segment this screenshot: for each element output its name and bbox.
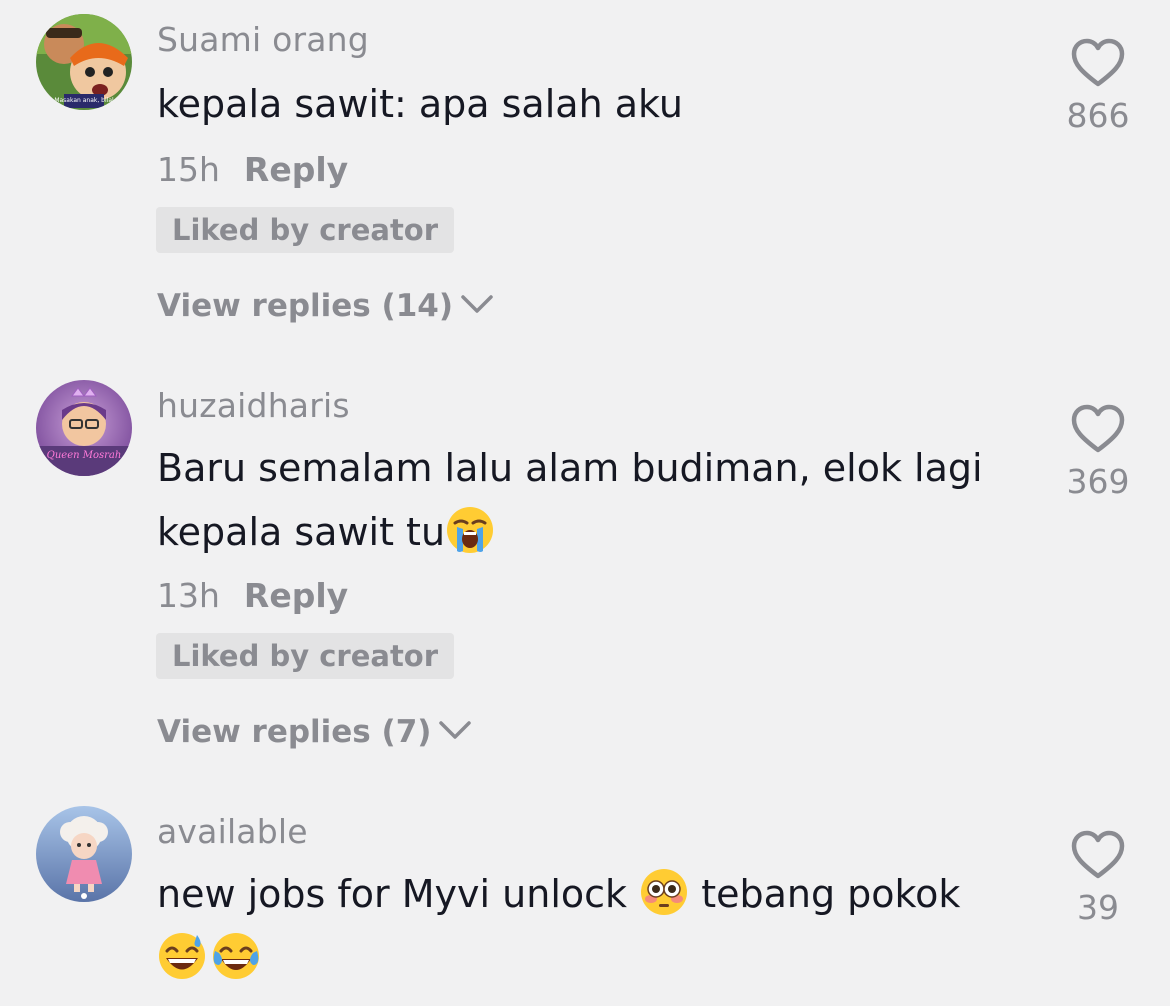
like-column: 866 xyxy=(1058,38,1138,135)
liked-by-creator-badge: Liked by creator xyxy=(156,633,455,679)
reply-button[interactable]: Reply xyxy=(244,576,348,615)
like-count: 369 xyxy=(1066,462,1130,501)
grinning-face-with-sweat-emoji xyxy=(157,931,207,981)
heart-outline-icon[interactable] xyxy=(1070,404,1126,454)
comment-text-part: new jobs for Myvi unlock xyxy=(157,872,640,916)
comments-list: Masakan anak, bilal Suami orang kepala s… xyxy=(0,0,1170,1006)
comment-meta: 15h Reply xyxy=(157,150,348,189)
comment-text-line: Baru semalam lalu alam budiman, elok lag… xyxy=(157,446,983,490)
comment-username[interactable]: Suami orang xyxy=(157,20,369,59)
chevron-down-icon xyxy=(439,721,472,739)
comment-time: 15h xyxy=(157,150,220,189)
avatar[interactable] xyxy=(36,806,132,902)
loudly-crying-face-emoji xyxy=(445,505,495,555)
heart-outline-icon[interactable] xyxy=(1070,830,1126,880)
view-replies-label: View replies (14) xyxy=(157,288,454,324)
comment-text: Baru semalam lalu alam budiman, elok lag… xyxy=(157,436,1037,564)
like-column: 369 xyxy=(1058,404,1138,501)
liked-by-creator-badge: Liked by creator xyxy=(156,207,455,253)
comment-meta: 13h Reply xyxy=(157,576,348,615)
comment-username[interactable]: huzaidharis xyxy=(157,386,350,425)
reply-button[interactable]: Reply xyxy=(244,150,348,189)
avatar[interactable]: Masakan anak, bilal xyxy=(36,14,132,110)
chevron-down-icon xyxy=(461,295,493,313)
like-count: 866 xyxy=(1066,96,1130,135)
like-column: 39 xyxy=(1058,830,1138,927)
avatar-caption: Masakan anak, bilal xyxy=(54,97,114,104)
comment-text-part: tebang pokok xyxy=(689,872,961,916)
view-replies-label: View replies (7) xyxy=(157,714,432,750)
comment-time: 13h xyxy=(157,576,220,615)
avatar-caption: Queen Mosrah xyxy=(47,450,122,461)
heart-outline-icon[interactable] xyxy=(1070,38,1126,88)
flushed-face-emoji xyxy=(639,867,689,917)
comment-username[interactable]: available xyxy=(157,812,308,851)
face-with-tears-of-joy-emoji xyxy=(211,931,261,981)
view-replies-button[interactable]: View replies (14) xyxy=(157,288,495,324)
comment-text: kepala sawit: apa salah aku xyxy=(157,82,683,126)
view-replies-button[interactable]: View replies (7) xyxy=(157,714,473,750)
comment-text: new jobs for Myvi unlock tebang pokok xyxy=(157,862,1037,990)
comment-text-line: kepala sawit tu xyxy=(157,510,446,554)
avatar[interactable]: Queen Mosrah xyxy=(36,380,132,476)
like-count: 39 xyxy=(1077,888,1119,927)
